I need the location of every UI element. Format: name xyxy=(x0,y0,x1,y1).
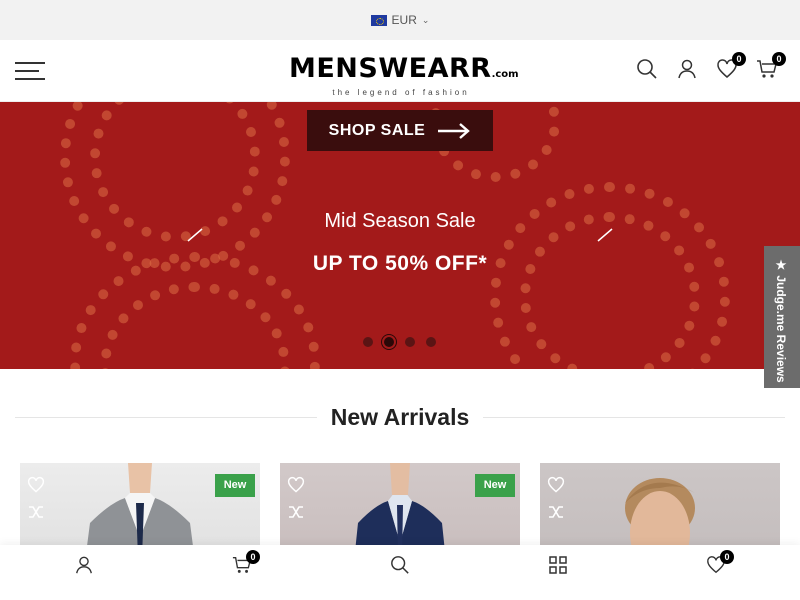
hero-title: UP TO 50% OFF* xyxy=(312,252,488,275)
currency-bar: EUR ⌄ xyxy=(0,0,800,40)
site-logo[interactable]: MENSWEARR.com the legend of fashion xyxy=(289,53,519,98)
search-icon[interactable] xyxy=(390,555,410,575)
slider-prev-arrow-icon[interactable] xyxy=(187,228,203,242)
slider-dot-1[interactable] xyxy=(363,337,373,347)
cart-count-badge: 0 xyxy=(772,52,786,66)
arrow-right-icon xyxy=(438,122,471,139)
compare-shuffle-icon[interactable] xyxy=(288,504,304,520)
slider-dot-4[interactable] xyxy=(426,337,436,347)
chevron-down-icon: ⌄ xyxy=(421,14,430,25)
wishlist-heart-icon[interactable] xyxy=(287,476,305,494)
hero-banner: SHOP SALE Mid Season Sale UP TO 50% OFF* xyxy=(0,102,800,369)
account-icon[interactable] xyxy=(676,58,698,80)
cart-icon[interactable]: 0 xyxy=(232,550,260,575)
site-header: MENSWEARR.com the legend of fashion 0 0 xyxy=(0,40,800,102)
slider-dot-2[interactable] xyxy=(384,337,394,347)
cart-count-badge: 0 xyxy=(246,550,260,564)
slider-dot-3[interactable] xyxy=(405,337,415,347)
judge-me-reviews-tab[interactable]: ★ Judge.me Reviews xyxy=(764,246,800,388)
currency-label: EUR xyxy=(391,13,417,27)
wishlist-heart-icon[interactable]: 0 xyxy=(716,52,746,80)
slider-next-arrow-icon[interactable] xyxy=(597,228,613,242)
slider-dots xyxy=(363,337,436,347)
eu-flag-icon xyxy=(370,14,387,26)
hamburger-menu-icon[interactable] xyxy=(15,62,45,80)
wishlist-heart-icon[interactable] xyxy=(27,476,45,494)
wishlist-heart-icon[interactable] xyxy=(547,476,565,494)
compare-shuffle-icon[interactable] xyxy=(548,504,564,520)
hero-subtitle: Mid Season Sale xyxy=(324,210,476,232)
shop-sale-button[interactable]: SHOP SALE xyxy=(307,110,493,151)
account-icon[interactable] xyxy=(74,555,94,575)
new-badge: New xyxy=(215,474,255,497)
new-badge: New xyxy=(475,474,515,497)
judge-me-label: ★ Judge.me Reviews xyxy=(774,258,788,383)
grid-categories-icon[interactable] xyxy=(548,555,568,575)
search-icon[interactable] xyxy=(636,58,658,80)
header-icons: 0 0 xyxy=(636,52,786,80)
compare-shuffle-icon[interactable] xyxy=(28,504,44,520)
logo-text: MENSWEARR.com xyxy=(289,53,519,84)
bottom-nav-bar: 0 0 xyxy=(0,545,800,600)
cart-icon[interactable]: 0 xyxy=(756,52,786,80)
wishlist-count-badge: 0 xyxy=(732,52,746,66)
wishlist-count-badge: 0 xyxy=(720,550,734,564)
currency-selector[interactable]: EUR ⌄ xyxy=(370,13,430,27)
new-arrivals-heading: New Arrivals xyxy=(0,400,800,434)
shop-sale-label: SHOP SALE xyxy=(328,121,426,139)
section-title: New Arrivals xyxy=(0,400,800,434)
wishlist-heart-icon[interactable]: 0 xyxy=(706,550,734,575)
